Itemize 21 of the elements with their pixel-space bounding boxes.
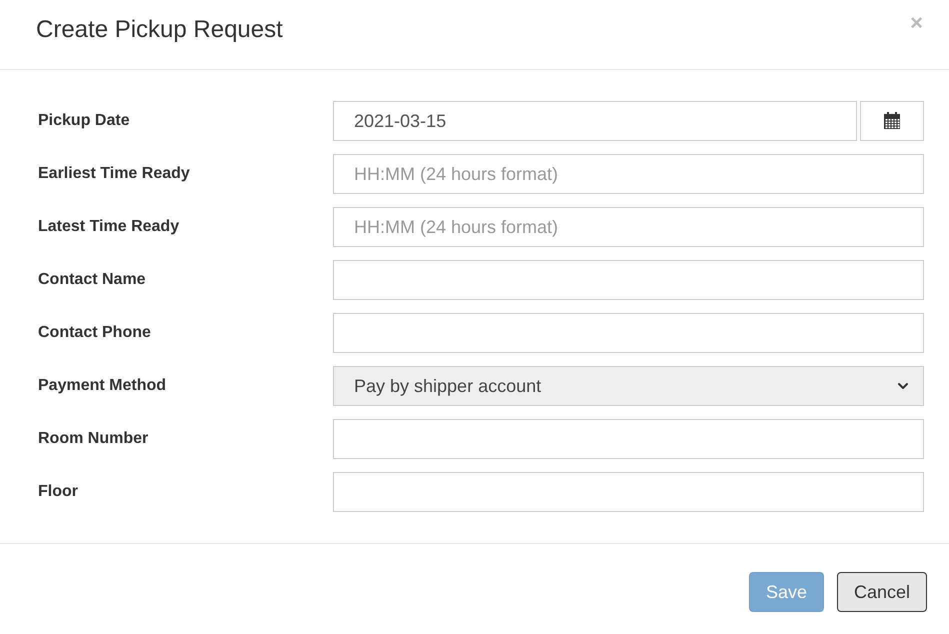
input-field[interactable]	[333, 419, 924, 459]
cancel-button[interactable]: Cancel	[836, 572, 927, 612]
calendar-button[interactable]	[860, 101, 924, 141]
field-label: Contact Phone	[38, 323, 152, 343]
field-label: Earliest Time Ready	[38, 164, 191, 184]
field-label: Payment Method	[38, 376, 168, 396]
input-field[interactable]: HH:MM (24 hours format)	[333, 154, 924, 194]
field-label: Contact Name	[38, 270, 147, 290]
input-field[interactable]	[333, 472, 924, 512]
input-field[interactable]	[333, 313, 924, 353]
field-label: Floor	[38, 482, 79, 502]
field-label: Room Number	[38, 429, 150, 449]
select-value: Pay by shipper account	[354, 374, 542, 398]
input-field[interactable]: HH:MM (24 hours format)	[333, 207, 924, 247]
input-field[interactable]	[333, 260, 924, 300]
field-label: Latest Time Ready	[38, 217, 180, 237]
field-label: Pickup Date	[38, 111, 131, 131]
date-field[interactable]: 2021-03-15	[333, 101, 857, 141]
calendar-icon	[882, 111, 902, 131]
dialog-title: Create Pickup Request	[36, 15, 283, 45]
select-field[interactable]: Pay by shipper account	[333, 366, 924, 406]
